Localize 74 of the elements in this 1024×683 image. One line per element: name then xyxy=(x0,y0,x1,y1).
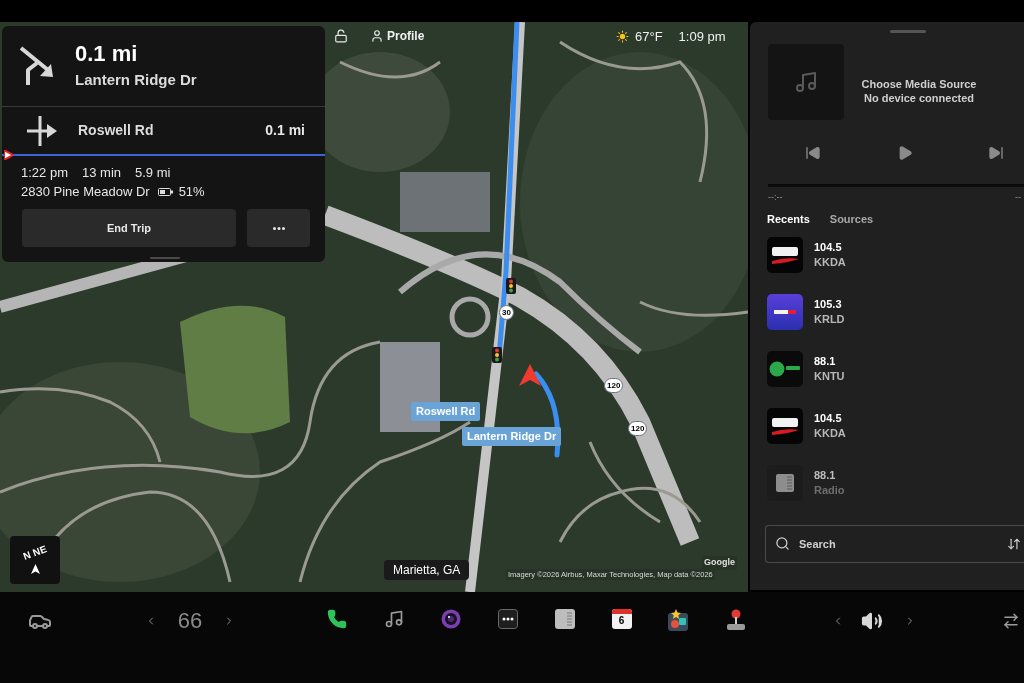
street-label: Roswell Rd xyxy=(411,402,481,421)
arrival-time: 1:22 pm xyxy=(21,164,68,182)
station-name: KKDA xyxy=(814,255,846,270)
lock-icon[interactable] xyxy=(334,29,348,43)
station-name: KNTU xyxy=(814,369,845,384)
calendar-button[interactable]: 6 xyxy=(611,609,632,629)
camera-lens-icon[interactable] xyxy=(440,609,461,629)
more-apps-icon[interactable] xyxy=(497,609,518,629)
turn-right-arrow-icon xyxy=(26,114,58,147)
profile-link[interactable]: Profile xyxy=(387,27,425,45)
street-label: Lantern Ridge Dr xyxy=(462,427,562,446)
battery-percentage: 51% xyxy=(178,183,205,201)
media-title: Choose Media Source xyxy=(861,77,977,91)
music-note-icon[interactable] xyxy=(383,609,404,629)
battery-icon xyxy=(157,188,173,196)
elapsed-time: --:-- xyxy=(768,191,783,203)
search-icon xyxy=(775,536,790,551)
drag-handle[interactable] xyxy=(150,257,180,259)
next-maneuver-street: Roswell Rd xyxy=(78,121,154,140)
cabin-temperature: 66 xyxy=(177,609,203,633)
remaining-time: -- xyxy=(1015,191,1021,203)
more-icon xyxy=(272,226,285,230)
previous-track-button[interactable] xyxy=(805,145,821,161)
clock-time: 1:09 pm xyxy=(678,28,726,46)
destination-address: 2830 Pine Meadow Dr xyxy=(21,183,150,201)
station-name: KRLD xyxy=(814,312,845,327)
music-note-icon xyxy=(794,70,818,94)
station-frequency: 105.3 xyxy=(814,297,843,312)
media-subtitle: No device connected xyxy=(863,91,974,105)
next-track-button[interactable] xyxy=(988,145,1004,161)
joystick-icon[interactable] xyxy=(725,609,746,631)
sort-icon[interactable] xyxy=(1007,537,1021,551)
maneuver-distance: 0.1 mi xyxy=(75,40,139,67)
maneuver-street: Lantern Ridge Dr xyxy=(75,69,197,90)
location-label: Marietta, GA xyxy=(384,560,470,580)
traffic-light-icon xyxy=(506,278,516,294)
vehicle-arrow-icon xyxy=(519,364,541,386)
station-name: Radio xyxy=(814,483,845,498)
station-name: KKDA xyxy=(814,426,846,441)
heading-arrow-icon xyxy=(30,563,40,574)
station-logo-icon xyxy=(767,408,803,444)
search-field[interactable]: Search xyxy=(765,525,1024,563)
position-marker-icon xyxy=(4,150,13,160)
station-logo-icon xyxy=(767,294,803,330)
speaker-icon[interactable] xyxy=(861,610,883,632)
compass-button[interactable]: N NE xyxy=(10,536,60,584)
radio-icon[interactable] xyxy=(554,609,575,629)
play-button[interactable] xyxy=(897,145,913,161)
trip-duration: 13 min xyxy=(82,164,121,182)
station-logo-icon xyxy=(767,351,803,387)
station-item[interactable]: 88.1 Radio xyxy=(767,465,1024,501)
outside-temperature: 67°F xyxy=(635,28,663,46)
profile-icon[interactable] xyxy=(370,29,384,43)
station-item[interactable]: 105.3 KRLD xyxy=(767,294,1024,330)
next-maneuver-distance: 0.1 mi xyxy=(265,121,305,140)
media-tab[interactable]: Sources xyxy=(829,212,874,226)
drag-handle[interactable] xyxy=(890,30,926,33)
swap-arrows-icon[interactable] xyxy=(1002,612,1020,630)
station-frequency: 104.5 xyxy=(814,240,843,255)
trip-distance: 5.9 mi xyxy=(135,164,171,182)
station-item[interactable]: 104.5 KKDA xyxy=(767,408,1024,444)
station-frequency: 104.5 xyxy=(814,411,843,426)
station-logo-icon xyxy=(767,237,803,273)
end-trip-button[interactable]: End Trip xyxy=(22,209,236,247)
station-frequency: 88.1 xyxy=(814,468,837,483)
toybox-icon[interactable] xyxy=(667,609,690,631)
station-frequency: 88.1 xyxy=(814,354,837,369)
media-tab[interactable]: Recents xyxy=(767,212,810,226)
traffic-light-icon xyxy=(492,347,502,363)
sun-icon xyxy=(616,30,629,44)
phone-icon[interactable] xyxy=(326,609,347,629)
station-item[interactable]: 88.1 KNTU xyxy=(767,351,1024,387)
station-item[interactable]: 104.5 KKDA xyxy=(767,237,1024,273)
map-provider-logo: Google xyxy=(702,556,737,570)
